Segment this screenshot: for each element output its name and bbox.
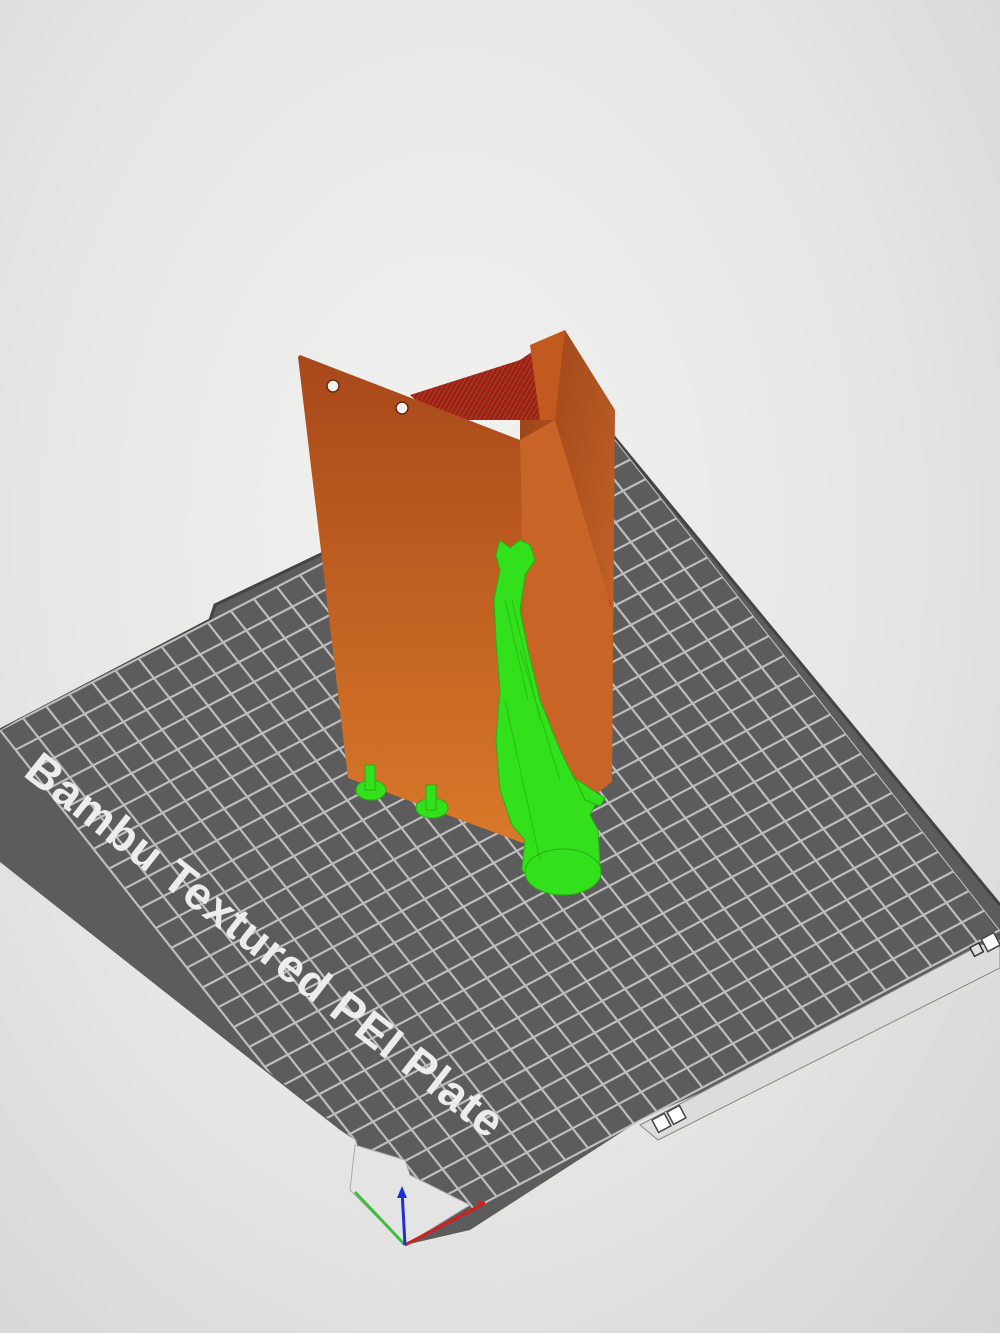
- mount-hole-1: [326, 379, 340, 393]
- 3d-viewport[interactable]: Bambu Textured PEI Plate: [0, 0, 1000, 1333]
- mount-hole-2: [395, 401, 409, 415]
- tree-support-base: [524, 848, 602, 896]
